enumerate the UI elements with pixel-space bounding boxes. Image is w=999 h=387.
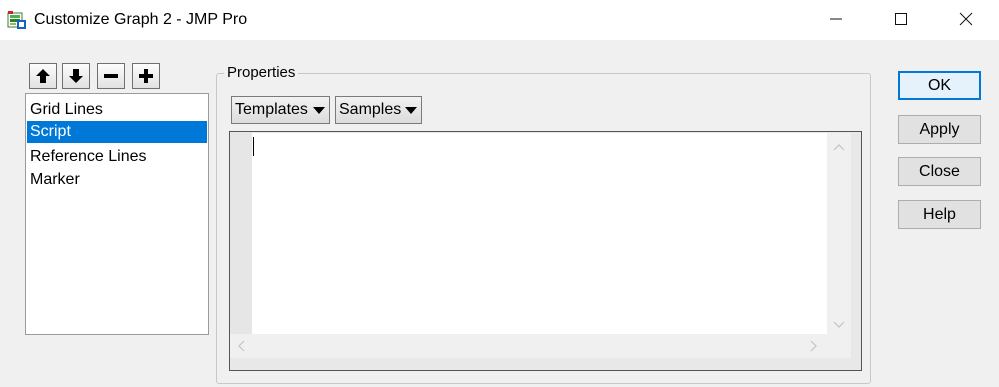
add-button[interactable] — [132, 63, 160, 89]
close-button[interactable]: Close — [898, 157, 981, 186]
templates-label: Templates — [235, 101, 308, 118]
samples-dropdown[interactable]: Samples — [335, 96, 422, 124]
minimize-button[interactable] — [813, 0, 859, 38]
text-caret — [253, 137, 254, 156]
scroll-right-icon[interactable] — [810, 340, 818, 354]
dropdown-arrow-icon — [313, 107, 325, 114]
move-up-button[interactable] — [29, 63, 57, 89]
samples-label: Samples — [339, 101, 402, 118]
vertical-scrollbar[interactable] — [827, 133, 851, 334]
customization-list[interactable]: Grid Lines Script Reference Lines Marker — [25, 93, 209, 335]
properties-label: Properties — [224, 64, 299, 82]
line-number-gutter — [230, 133, 252, 334]
arrow-down-icon — [69, 69, 83, 83]
maximize-button[interactable] — [878, 0, 924, 38]
list-item-grid-lines[interactable]: Grid Lines — [27, 99, 207, 121]
minus-icon — [104, 74, 118, 78]
arrow-up-icon — [36, 69, 50, 83]
apply-button[interactable]: Apply — [898, 115, 981, 144]
scroll-left-icon[interactable] — [237, 340, 245, 354]
title-bar: Customize Graph 2 - JMP Pro — [0, 0, 999, 40]
scroll-down-icon[interactable] — [833, 319, 845, 331]
close-window-button[interactable] — [943, 0, 989, 38]
move-down-button[interactable] — [62, 63, 90, 89]
window-title: Customize Graph 2 - JMP Pro — [34, 11, 248, 28]
script-editor[interactable] — [252, 133, 827, 334]
dropdown-arrow-icon — [405, 107, 417, 114]
list-item-script[interactable]: Script — [27, 121, 207, 143]
scrollbar-corner — [827, 334, 851, 358]
horizontal-scrollbar[interactable] — [230, 334, 827, 358]
help-button[interactable]: Help — [898, 200, 981, 229]
list-item-marker[interactable]: Marker — [27, 169, 207, 191]
customize-graph-dialog: Customize Graph 2 - JMP Pro Grid Lines S… — [0, 0, 999, 387]
templates-dropdown[interactable]: Templates — [231, 96, 330, 124]
plus-icon — [139, 69, 153, 83]
scroll-up-icon[interactable] — [833, 141, 845, 153]
ok-button[interactable]: OK — [898, 71, 981, 100]
remove-button[interactable] — [97, 63, 125, 89]
close-icon — [959, 12, 973, 26]
minimize-icon — [830, 18, 842, 20]
jmp-graph-icon — [7, 10, 27, 30]
maximize-icon — [895, 13, 907, 25]
list-item-reference-lines[interactable]: Reference Lines — [27, 146, 207, 168]
